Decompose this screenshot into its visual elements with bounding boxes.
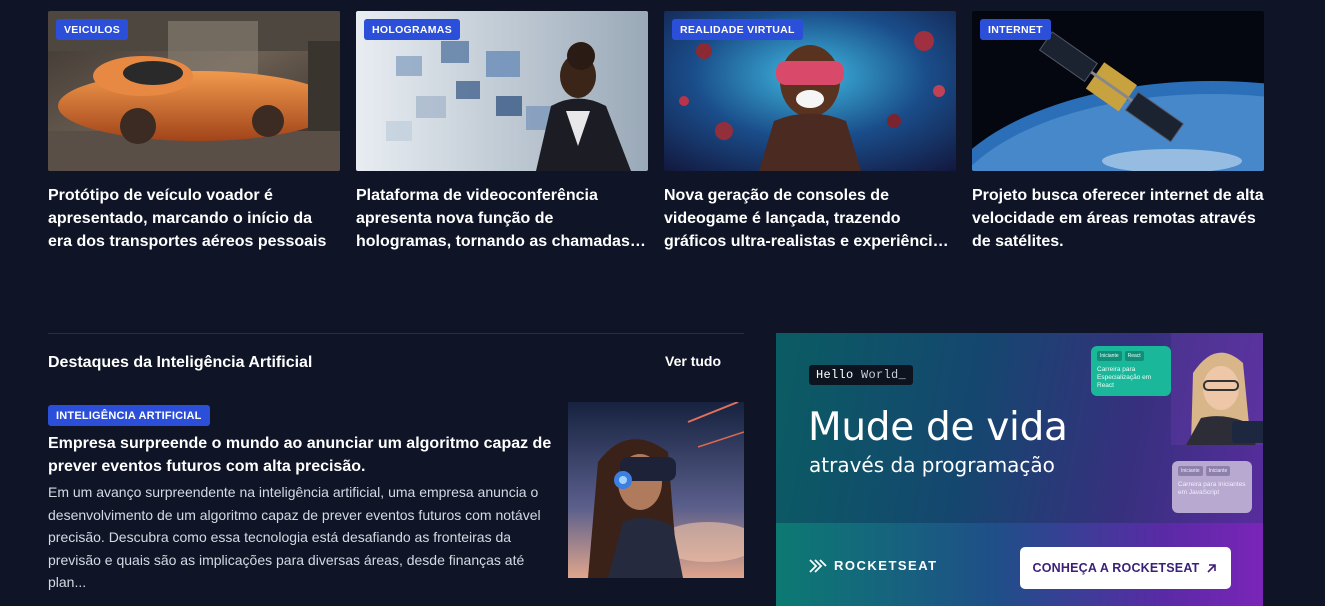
cta-label: CONHEÇA A ROCKETSEAT xyxy=(1032,561,1200,575)
news-thumbnail[interactable]: VEICULOS xyxy=(48,11,340,171)
featured-thumbnail[interactable] xyxy=(568,402,744,578)
course-card: Iniciante React Carreira para Especializa… xyxy=(1091,346,1171,396)
news-thumbnail[interactable]: REALIDADE VIRTUAL xyxy=(664,11,956,171)
hello-world-tag: Hello World_ xyxy=(809,365,914,385)
news-card[interactable]: REALIDADE VIRTUAL Nova geração de consol… xyxy=(664,11,956,253)
news-title[interactable]: Plataforma de videoconferência apresenta… xyxy=(356,184,648,253)
rocketseat-ad[interactable]: Iniciante React Carreira para Especializa… xyxy=(776,333,1263,606)
news-card[interactable]: INTERNET Projeto busca oferecer internet… xyxy=(972,11,1264,253)
news-card[interactable]: HOLOGRAMAS Plataforma de videoconferênci… xyxy=(356,11,648,253)
ad-subheadline: através da programação xyxy=(809,453,1055,477)
news-title[interactable]: Projeto busca oferecer internet de alta … xyxy=(972,184,1264,253)
news-title[interactable]: Nova geração de consoles de videogame é … xyxy=(664,184,956,253)
news-thumbnail[interactable]: HOLOGRAMAS xyxy=(356,11,648,171)
category-badge[interactable]: VEICULOS xyxy=(56,19,129,40)
news-thumbnail[interactable]: INTERNET xyxy=(972,11,1264,171)
arrow-up-right-icon xyxy=(1207,563,1217,573)
page: VEICULOS Protótipo de veículo voador é a… xyxy=(0,0,1325,606)
rocketseat-logo-icon xyxy=(809,558,827,573)
news-title[interactable]: Protótipo de veículo voador é apresentad… xyxy=(48,184,340,253)
category-badge[interactable]: INTERNET xyxy=(980,19,1051,40)
see-all-link[interactable]: Ver tudo xyxy=(665,353,721,369)
rocketseat-logo: ROCKETSEAT xyxy=(808,558,938,573)
mini-card xyxy=(1232,421,1263,443)
section-divider xyxy=(48,333,744,334)
ad-headline: Mude de vida xyxy=(808,405,1068,450)
featured-title[interactable]: Empresa surpreende o mundo ao anunciar u… xyxy=(48,432,558,478)
category-badge[interactable]: REALIDADE VIRTUAL xyxy=(672,19,803,40)
course-card: Iniciante Iniciante Carreira para Inician… xyxy=(1172,461,1252,513)
section-title: Destaques da Inteligência Artificial xyxy=(48,354,313,371)
category-badge[interactable]: HOLOGRAMAS xyxy=(364,19,460,40)
cta-button[interactable]: CONHEÇA A ROCKETSEAT xyxy=(1020,547,1231,589)
category-badge[interactable]: INTELIGÊNCIA ARTIFICIAL xyxy=(48,405,210,426)
news-card[interactable]: VEICULOS Protótipo de veículo voador é a… xyxy=(48,11,340,253)
featured-excerpt: Em um avanço surpreendente na inteligênc… xyxy=(48,484,541,590)
vr-woman-image xyxy=(568,402,744,578)
